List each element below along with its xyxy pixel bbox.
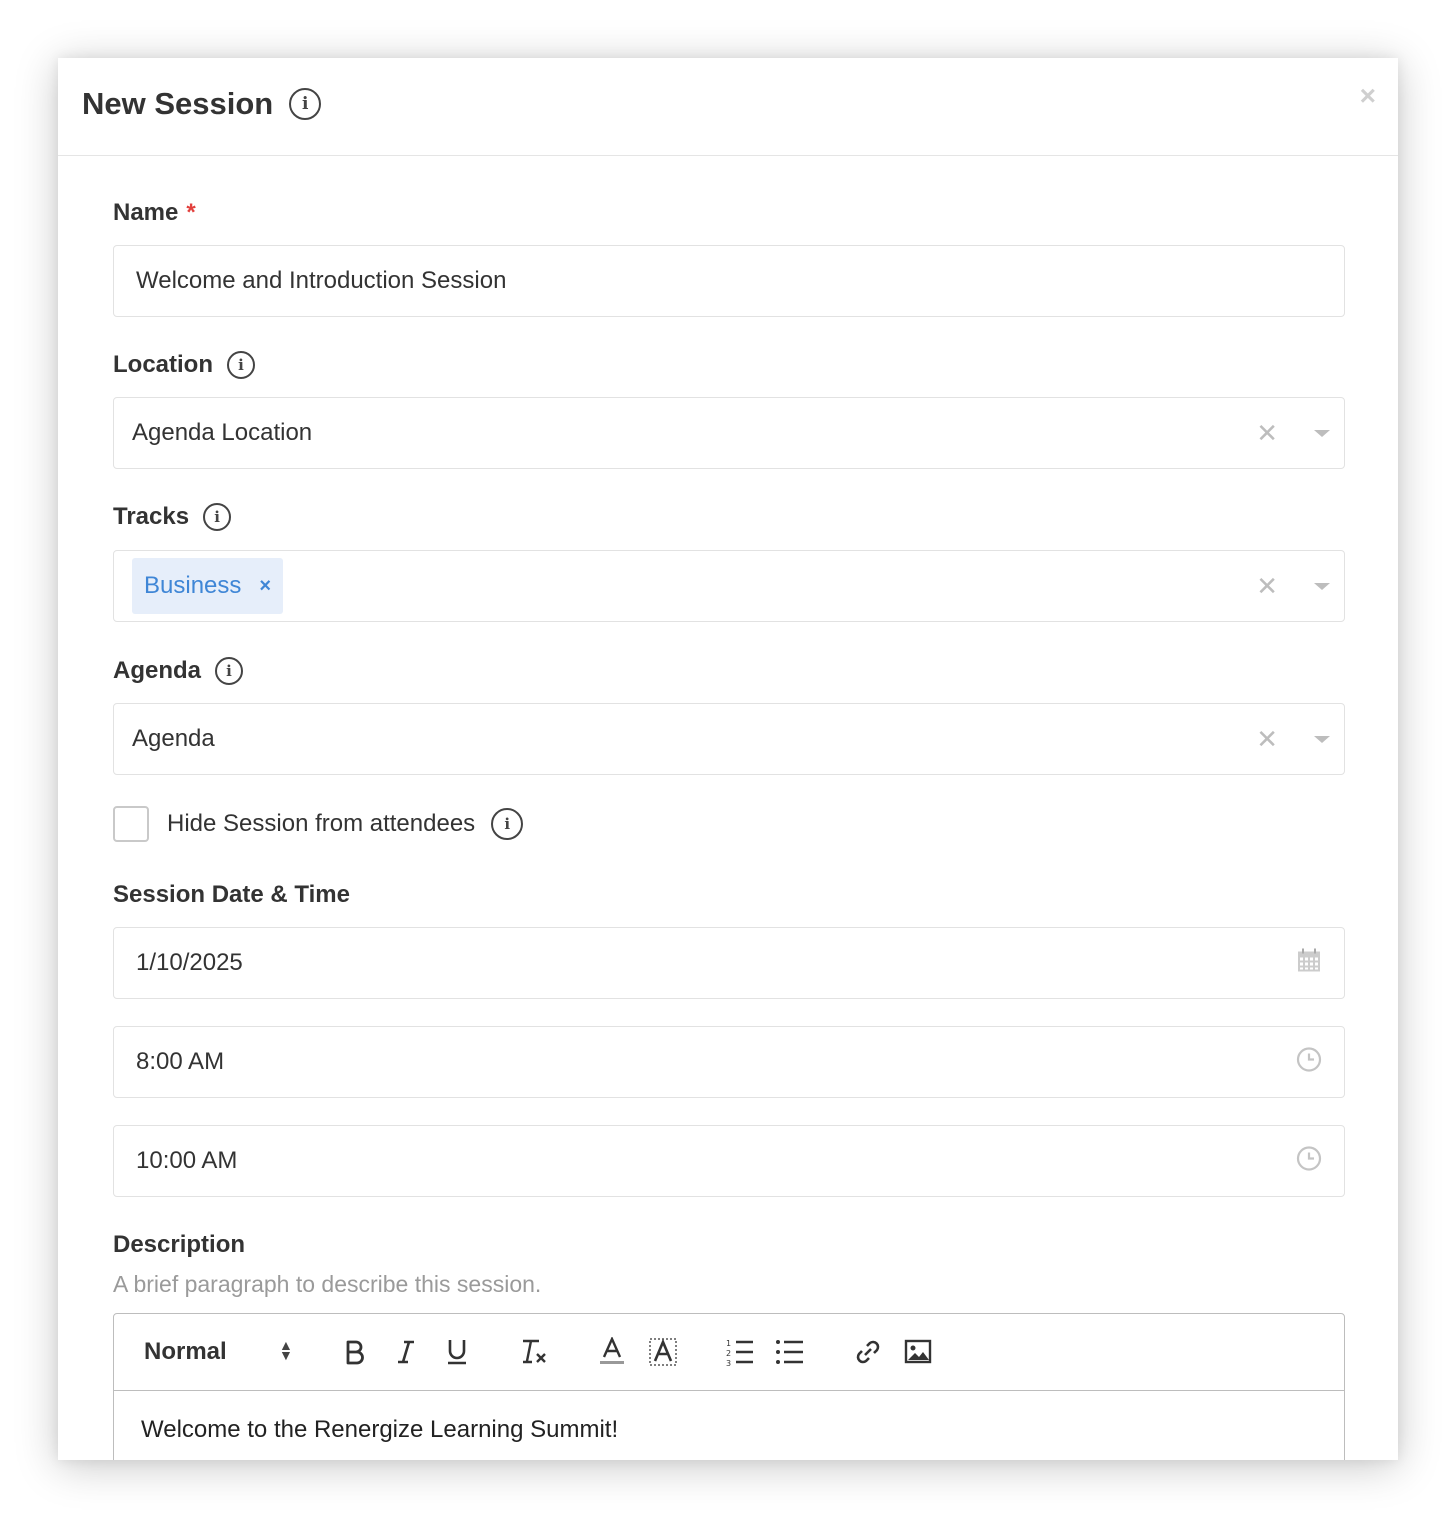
svg-text:1: 1 bbox=[726, 1339, 731, 1348]
svg-text:2: 2 bbox=[726, 1349, 731, 1358]
tracks-label-row: Tracks i bbox=[113, 503, 232, 531]
background-color-icon[interactable] bbox=[643, 1332, 683, 1372]
description-hint: A brief paragraph to describe this sessi… bbox=[113, 1271, 542, 1297]
clear-icon[interactable]: ✕ bbox=[1256, 726, 1278, 752]
description-label: Description bbox=[113, 1231, 246, 1258]
tracks-label: Tracks bbox=[113, 503, 190, 530]
hide-session-label[interactable]: Hide Session from attendees bbox=[167, 810, 475, 838]
modal-header: New Session i × bbox=[58, 58, 1398, 156]
location-select-value: Agenda Location bbox=[132, 419, 313, 446]
agenda-label: Agenda bbox=[113, 657, 202, 684]
description-label-row: Description bbox=[113, 1231, 245, 1259]
track-tag: Business × bbox=[132, 558, 284, 614]
caret-down-icon[interactable] bbox=[1314, 430, 1330, 437]
underline-button[interactable] bbox=[437, 1332, 477, 1372]
tag-remove-button[interactable]: × bbox=[259, 575, 271, 598]
location-select[interactable]: Agenda Location ✕ bbox=[113, 397, 1345, 469]
track-tag-label: Business bbox=[144, 572, 242, 599]
info-icon[interactable]: i bbox=[227, 351, 255, 379]
agenda-label-row: Agenda i bbox=[113, 657, 244, 685]
required-mark: * bbox=[186, 199, 196, 226]
bold-button[interactable] bbox=[335, 1332, 375, 1372]
date-input-value: 1/10/2025 bbox=[136, 949, 243, 976]
name-label: Name bbox=[113, 199, 179, 226]
info-icon[interactable]: i bbox=[491, 808, 524, 840]
format-select[interactable]: Normal ▲ ▼ bbox=[144, 1338, 294, 1366]
name-input[interactable]: Welcome and Introduction Session bbox=[113, 245, 1345, 317]
tracks-select[interactable]: Business × ✕ bbox=[113, 550, 1345, 622]
agenda-select-value: Agenda bbox=[132, 725, 215, 752]
clear-format-button[interactable] bbox=[515, 1332, 555, 1372]
location-label: Location bbox=[113, 351, 213, 378]
info-icon[interactable]: i bbox=[215, 657, 244, 685]
ordered-list-icon[interactable]: 123 bbox=[720, 1332, 760, 1372]
clock-icon[interactable] bbox=[1296, 1146, 1322, 1177]
caret-down-icon[interactable] bbox=[1314, 583, 1330, 590]
modal-title-row: New Session i bbox=[82, 86, 322, 122]
updown-icon: ▲ ▼ bbox=[279, 1337, 293, 1363]
italic-button[interactable] bbox=[386, 1332, 426, 1372]
close-button[interactable]: × bbox=[1360, 82, 1376, 110]
start-time-value: 8:00 AM bbox=[136, 1048, 225, 1075]
session-datetime-label: Session Date & Time bbox=[113, 881, 350, 908]
hide-session-row: Hide Session from attendees i bbox=[113, 806, 524, 842]
date-input[interactable]: 1/10/2025 bbox=[113, 927, 1345, 999]
image-icon[interactable] bbox=[898, 1332, 938, 1372]
clear-icon[interactable]: ✕ bbox=[1256, 420, 1278, 446]
calendar-icon[interactable] bbox=[1296, 948, 1322, 979]
info-icon[interactable]: i bbox=[203, 503, 232, 531]
link-icon[interactable] bbox=[848, 1332, 888, 1372]
hide-session-checkbox[interactable] bbox=[113, 806, 149, 842]
new-session-modal: New Session i × Name * Welcome and Intro… bbox=[58, 58, 1398, 1460]
svg-text:3: 3 bbox=[726, 1359, 731, 1366]
location-label-row: Location i bbox=[113, 351, 255, 379]
editor-content[interactable]: Welcome to the Renergize Learning Summit… bbox=[141, 1416, 618, 1444]
modal-title: New Session bbox=[82, 86, 274, 121]
name-input-value: Welcome and Introduction Session bbox=[136, 267, 507, 294]
session-datetime-label-row: Session Date & Time bbox=[113, 881, 350, 909]
end-time-input[interactable]: 10:00 AM bbox=[113, 1125, 1345, 1197]
format-select-value: Normal bbox=[144, 1338, 227, 1365]
name-label-row: Name * bbox=[113, 199, 196, 227]
text-color-icon[interactable] bbox=[592, 1332, 632, 1372]
description-editor: Normal ▲ ▼ 123 Welcome to the Renergize … bbox=[113, 1313, 1345, 1460]
editor-toolbar: Normal ▲ ▼ 123 bbox=[114, 1314, 1344, 1391]
caret-down-icon[interactable] bbox=[1314, 736, 1330, 743]
bullet-list-icon[interactable] bbox=[770, 1332, 810, 1372]
start-time-input[interactable]: 8:00 AM bbox=[113, 1026, 1345, 1098]
clock-icon[interactable] bbox=[1296, 1047, 1322, 1078]
info-icon[interactable]: i bbox=[289, 88, 322, 120]
agenda-select[interactable]: Agenda ✕ bbox=[113, 703, 1345, 775]
end-time-value: 10:00 AM bbox=[136, 1147, 238, 1174]
clear-icon[interactable]: ✕ bbox=[1256, 573, 1278, 599]
